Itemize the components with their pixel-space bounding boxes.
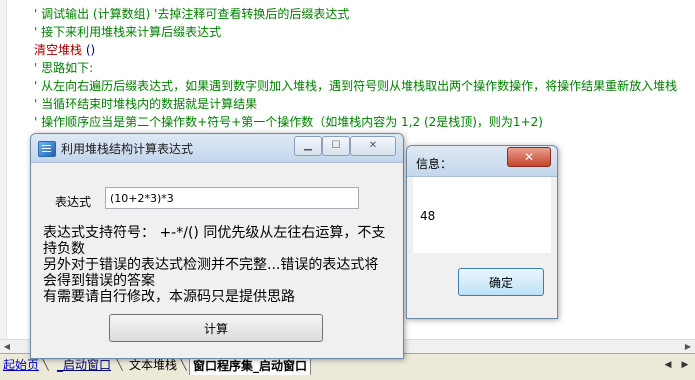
info-line: 有需要请自行修改，本源码只是提供思路 <box>43 289 295 305</box>
close-icon[interactable]: ✕ <box>507 147 551 167</box>
dialog-title: 利用堆栈结构计算表达式 <box>61 142 194 156</box>
minimize-icon[interactable]: ▁ <box>294 136 322 156</box>
editor-gutter <box>0 0 7 353</box>
code-statement: 清空堆栈 <box>34 43 83 57</box>
expression-input[interactable] <box>105 187 359 209</box>
close-icon[interactable]: ✕ <box>350 136 396 156</box>
scroll-left-icon[interactable]: ◀ <box>0 340 14 353</box>
info-text: 表达式支持符号： +-*/() 同优先级从左往右运算，不支持负数 另外对于错误的… <box>43 225 388 305</box>
info-line: 另外对于错误的表达式检测并不完整...错误的表达式将会得到错误的答案 <box>43 257 379 289</box>
code-line[interactable]: ' 当循环结束时堆栈内的数据就是计算结果 <box>34 96 257 112</box>
code-line[interactable]: ' 接下来利用堆栈来计算后缀表达式 <box>34 24 221 40</box>
expression-label: 表达式 <box>55 195 92 209</box>
maximize-icon[interactable]: ☐ <box>322 136 350 156</box>
code-line[interactable]: ' 操作顺序应当是第二个操作数+符号+第一个操作数（如堆栈内容为 1,2 (2是… <box>34 114 543 130</box>
code-line[interactable]: 清空堆栈 () <box>34 42 95 58</box>
tab-separator: ╲ <box>180 358 187 371</box>
message-title-bar[interactable]: 信息： ✕ <box>407 146 557 177</box>
message-title: 信息： <box>416 157 453 171</box>
code-line[interactable]: ' 调试输出 (计算数组) '去掉注释可查看转换后的后缀表达式 <box>34 6 349 22</box>
message-box: 信息： ✕ 48 确定 <box>406 145 558 319</box>
tab-scroll-left-icon[interactable]: ◀ <box>660 357 676 373</box>
calculate-button[interactable]: 计算 <box>109 314 323 342</box>
calculator-dialog: 利用堆栈结构计算表达式 ▁ ☐ ✕ 表达式 表达式支持符号： +-*/() 同优… <box>30 133 404 359</box>
info-line: 表达式支持符号： +-*/() 同优先级从左往右运算，不支持负数 <box>43 225 386 257</box>
ok-button[interactable]: 确定 <box>458 268 544 296</box>
message-text: 48 <box>420 209 436 223</box>
tab-separator: ╲ <box>116 358 123 371</box>
app-icon <box>38 141 56 157</box>
code-parens: () <box>82 43 96 57</box>
code-line[interactable]: ' 从左向右遍历后缀表达式，如果遇到数字则加入堆栈，遇到符号则从堆栈取出两个操作… <box>34 78 677 94</box>
scroll-right-icon[interactable]: ▶ <box>681 340 695 353</box>
tab-separator: ╲ <box>42 358 49 371</box>
code-line[interactable]: ' 思路如下: <box>34 60 93 76</box>
dialog-title-bar[interactable]: 利用堆栈结构计算表达式 ▁ ☐ ✕ <box>31 134 403 163</box>
tab-scroll-right-icon[interactable]: ▶ <box>677 357 693 373</box>
